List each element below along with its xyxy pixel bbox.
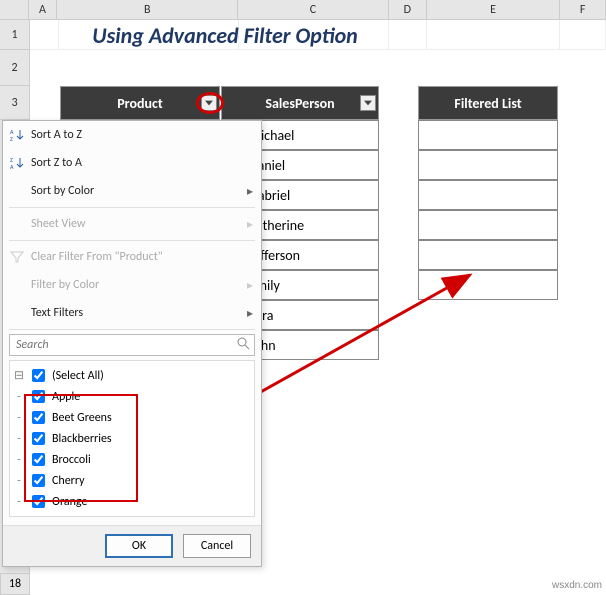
checkbox[interactable] bbox=[32, 453, 45, 466]
checkbox-select-all[interactable] bbox=[32, 369, 45, 382]
sort-desc-icon: ZA bbox=[9, 155, 25, 171]
checkbox[interactable] bbox=[32, 390, 45, 403]
filter-item[interactable]: -Blackberries bbox=[14, 428, 250, 449]
chevron-right-icon: ▸ bbox=[247, 217, 253, 232]
col-B[interactable]: B bbox=[57, 0, 238, 19]
chevron-right-icon: ▸ bbox=[247, 306, 253, 321]
separator bbox=[9, 207, 255, 208]
cancel-button[interactable]: Cancel bbox=[183, 534, 251, 558]
checkbox[interactable] bbox=[32, 474, 45, 487]
tree-toggle-icon: ⊟ bbox=[14, 368, 24, 383]
filter-item-label: Apple bbox=[52, 390, 80, 404]
filter-item-label: Blackberries bbox=[52, 432, 112, 446]
header-filtered-list-label: Filtered List bbox=[454, 95, 521, 112]
search-icon bbox=[236, 336, 250, 354]
cell-filtered-3[interactable] bbox=[418, 180, 558, 210]
header-product-label: Product bbox=[117, 95, 163, 112]
header-product: Product bbox=[60, 86, 220, 120]
filter-menu: AZ Sort A to Z ZA Sort Z to A Sort by Co… bbox=[2, 120, 262, 567]
menu-clear-filter-label: Clear Filter From "Product" bbox=[31, 250, 163, 264]
column-headers: A B C D E F bbox=[0, 0, 606, 20]
col-A[interactable]: A bbox=[29, 0, 58, 19]
cell-filtered-4[interactable] bbox=[418, 210, 558, 240]
filter-item-select-all[interactable]: ⊟ (Select All) bbox=[14, 365, 250, 386]
menu-sort-asc[interactable]: AZ Sort A to Z bbox=[3, 121, 261, 149]
header-salesperson-label: SalesPerson bbox=[265, 95, 334, 112]
col-E[interactable]: E bbox=[427, 0, 560, 19]
row-2[interactable]: 2 bbox=[0, 50, 29, 86]
filter-search[interactable] bbox=[9, 334, 255, 356]
chevron-right-icon: ▸ bbox=[247, 184, 253, 199]
menu-sort-desc[interactable]: ZA Sort Z to A bbox=[3, 149, 261, 177]
cell-filtered-5[interactable] bbox=[418, 240, 558, 270]
filter-item[interactable]: -Apple bbox=[14, 386, 250, 407]
row-1[interactable]: 1 bbox=[0, 20, 29, 50]
cell-filtered-2[interactable] bbox=[418, 150, 558, 180]
ok-button[interactable]: OK bbox=[105, 534, 173, 558]
filter-item-label: Broccoli bbox=[52, 453, 91, 467]
menu-sort-asc-label: Sort A to Z bbox=[31, 128, 82, 142]
separator bbox=[9, 329, 255, 330]
cell-filtered-6[interactable] bbox=[418, 270, 558, 300]
checkbox[interactable] bbox=[32, 495, 45, 508]
menu-sort-desc-label: Sort Z to A bbox=[31, 156, 82, 170]
col-F[interactable]: F bbox=[560, 0, 606, 19]
checkbox[interactable] bbox=[32, 432, 45, 445]
chevron-right-icon: ▸ bbox=[247, 278, 253, 293]
header-salesperson: SalesPerson bbox=[221, 86, 379, 120]
menu-text-filters[interactable]: Text Filters ▸ bbox=[3, 299, 261, 327]
filter-item[interactable]: -Beet Greens bbox=[14, 407, 250, 428]
dialog-buttons: OK Cancel bbox=[3, 525, 261, 566]
header-filtered-list: Filtered List bbox=[418, 86, 558, 120]
menu-sheet-view-label: Sheet View bbox=[31, 217, 85, 231]
watermark: wsxdn.com bbox=[552, 580, 602, 591]
filter-item-label: Orange bbox=[52, 495, 87, 509]
filter-item-label: Cherry bbox=[52, 474, 85, 488]
svg-text:A: A bbox=[10, 163, 14, 170]
menu-sheet-view: Sheet View ▸ bbox=[3, 210, 261, 238]
clear-filter-icon bbox=[9, 249, 25, 265]
filter-tree: ⊟ (Select All) -Apple -Beet Greens -Blac… bbox=[9, 360, 255, 517]
menu-sort-by-color[interactable]: Sort by Color ▸ bbox=[3, 177, 261, 205]
row-3[interactable]: 3 bbox=[0, 86, 29, 120]
filter-item[interactable]: -Orange bbox=[14, 491, 250, 512]
menu-text-filters-label: Text Filters bbox=[31, 306, 83, 320]
menu-sort-color-label: Sort by Color bbox=[31, 184, 94, 198]
filter-item-label: Beet Greens bbox=[52, 411, 112, 425]
col-D[interactable]: D bbox=[389, 0, 427, 19]
filter-search-input[interactable] bbox=[14, 337, 236, 353]
separator bbox=[9, 240, 255, 241]
filter-item[interactable]: -Broccoli bbox=[14, 449, 250, 470]
filter-dropdown-product[interactable] bbox=[201, 95, 217, 111]
cell-filtered-1[interactable] bbox=[418, 120, 558, 150]
filter-item-label: (Select All) bbox=[52, 369, 104, 383]
menu-filter-by-color: Filter by Color ▸ bbox=[3, 271, 261, 299]
col-C[interactable]: C bbox=[238, 0, 389, 19]
checkbox[interactable] bbox=[32, 411, 45, 424]
sort-asc-icon: AZ bbox=[9, 127, 25, 143]
menu-filter-color-label: Filter by Color bbox=[31, 278, 99, 292]
page-title: Using Advanced Filter Option bbox=[60, 22, 390, 49]
filter-item[interactable]: -Cherry bbox=[14, 470, 250, 491]
filter-dropdown-salesperson[interactable] bbox=[360, 95, 376, 111]
row-18[interactable]: 18 bbox=[0, 573, 30, 595]
svg-text:Z: Z bbox=[10, 135, 13, 142]
menu-clear-filter: Clear Filter From "Product" bbox=[3, 243, 261, 271]
